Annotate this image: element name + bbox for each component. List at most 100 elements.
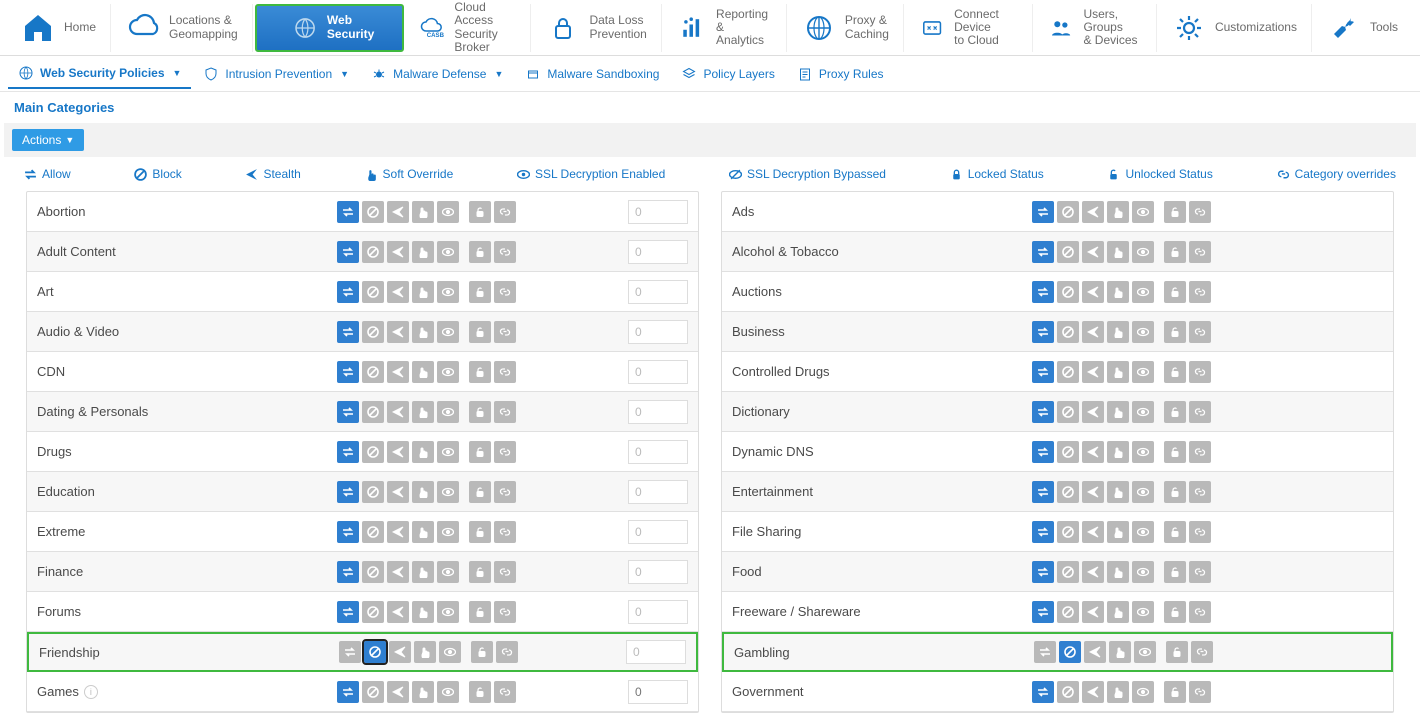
count-input[interactable] bbox=[628, 440, 688, 464]
link-action[interactable] bbox=[494, 401, 516, 423]
subnav-sand[interactable]: Malware Sandboxing bbox=[515, 60, 669, 88]
noentry-action[interactable] bbox=[1057, 321, 1079, 343]
plane-action[interactable] bbox=[387, 201, 409, 223]
hand-action[interactable] bbox=[1109, 641, 1131, 663]
noentry-action[interactable] bbox=[362, 561, 384, 583]
unlock-action[interactable] bbox=[1164, 241, 1186, 263]
noentry-action[interactable] bbox=[362, 681, 384, 703]
plane-action[interactable] bbox=[387, 441, 409, 463]
plane-action[interactable] bbox=[1082, 601, 1104, 623]
eye-action[interactable] bbox=[439, 641, 461, 663]
link-action[interactable] bbox=[494, 201, 516, 223]
eye-action[interactable] bbox=[1132, 601, 1154, 623]
swap-action[interactable] bbox=[337, 561, 359, 583]
subnav-ips[interactable]: Intrusion Prevention▼ bbox=[193, 60, 359, 88]
unlock-action[interactable] bbox=[1164, 601, 1186, 623]
swap-action[interactable] bbox=[1032, 601, 1054, 623]
eye-action[interactable] bbox=[437, 521, 459, 543]
swap-action[interactable] bbox=[1034, 641, 1056, 663]
hand-action[interactable] bbox=[1107, 321, 1129, 343]
plane-action[interactable] bbox=[387, 681, 409, 703]
link-action[interactable] bbox=[494, 521, 516, 543]
eye-action[interactable] bbox=[1132, 361, 1154, 383]
topnav-custom[interactable]: Customizations bbox=[1159, 4, 1312, 52]
link-action[interactable] bbox=[494, 441, 516, 463]
unlock-action[interactable] bbox=[469, 441, 491, 463]
count-input[interactable] bbox=[628, 280, 688, 304]
subnav-wsp[interactable]: Web Security Policies▼ bbox=[8, 59, 191, 89]
count-input[interactable] bbox=[628, 360, 688, 384]
unlock-action[interactable] bbox=[469, 201, 491, 223]
plane-action[interactable] bbox=[387, 281, 409, 303]
count-input[interactable] bbox=[628, 600, 688, 624]
unlock-action[interactable] bbox=[1164, 321, 1186, 343]
hand-action[interactable] bbox=[412, 681, 434, 703]
hand-action[interactable] bbox=[412, 401, 434, 423]
hand-action[interactable] bbox=[412, 321, 434, 343]
swap-action[interactable] bbox=[1032, 561, 1054, 583]
count-input[interactable] bbox=[626, 640, 686, 664]
swap-action[interactable] bbox=[337, 201, 359, 223]
plane-action[interactable] bbox=[1082, 481, 1104, 503]
subnav-mal[interactable]: Malware Defense▼ bbox=[361, 60, 513, 88]
swap-action[interactable] bbox=[1032, 481, 1054, 503]
swap-action[interactable] bbox=[337, 281, 359, 303]
eye-action[interactable] bbox=[1132, 241, 1154, 263]
hand-action[interactable] bbox=[1107, 681, 1129, 703]
hand-action[interactable] bbox=[1107, 401, 1129, 423]
link-action[interactable] bbox=[1189, 241, 1211, 263]
swap-action[interactable] bbox=[339, 641, 361, 663]
plane-action[interactable] bbox=[1082, 561, 1104, 583]
eye-action[interactable] bbox=[1132, 441, 1154, 463]
noentry-action[interactable] bbox=[362, 321, 384, 343]
hand-action[interactable] bbox=[412, 281, 434, 303]
plane-action[interactable] bbox=[387, 521, 409, 543]
hand-action[interactable] bbox=[1107, 361, 1129, 383]
plane-action[interactable] bbox=[387, 361, 409, 383]
swap-action[interactable] bbox=[1032, 281, 1054, 303]
unlock-action[interactable] bbox=[1164, 521, 1186, 543]
eye-action[interactable] bbox=[437, 401, 459, 423]
swap-action[interactable] bbox=[337, 601, 359, 623]
unlock-action[interactable] bbox=[469, 241, 491, 263]
eye-action[interactable] bbox=[1132, 281, 1154, 303]
hand-action[interactable] bbox=[1107, 601, 1129, 623]
link-action[interactable] bbox=[1189, 561, 1211, 583]
subnav-rules[interactable]: Proxy Rules bbox=[787, 60, 894, 88]
unlock-action[interactable] bbox=[469, 481, 491, 503]
count-input[interactable] bbox=[628, 560, 688, 584]
plane-action[interactable] bbox=[1082, 321, 1104, 343]
topnav-locations[interactable]: Locations &Geomapping bbox=[113, 4, 253, 52]
hand-action[interactable] bbox=[1107, 201, 1129, 223]
eye-action[interactable] bbox=[1132, 321, 1154, 343]
noentry-action[interactable] bbox=[1057, 241, 1079, 263]
unlock-action[interactable] bbox=[1164, 441, 1186, 463]
link-action[interactable] bbox=[494, 561, 516, 583]
count-input[interactable] bbox=[628, 200, 688, 224]
link-action[interactable] bbox=[1189, 281, 1211, 303]
eye-action[interactable] bbox=[437, 201, 459, 223]
eye-action[interactable] bbox=[1132, 561, 1154, 583]
topnav-users[interactable]: Users, Groups& Devices bbox=[1035, 4, 1157, 52]
plane-action[interactable] bbox=[387, 481, 409, 503]
eye-action[interactable] bbox=[1132, 681, 1154, 703]
hand-action[interactable] bbox=[412, 601, 434, 623]
noentry-action[interactable] bbox=[1057, 601, 1079, 623]
swap-action[interactable] bbox=[337, 681, 359, 703]
link-action[interactable] bbox=[494, 321, 516, 343]
unlock-action[interactable] bbox=[1164, 281, 1186, 303]
swap-action[interactable] bbox=[337, 401, 359, 423]
unlock-action[interactable] bbox=[469, 601, 491, 623]
noentry-action[interactable] bbox=[362, 401, 384, 423]
plane-action[interactable] bbox=[1082, 361, 1104, 383]
swap-action[interactable] bbox=[1032, 441, 1054, 463]
plane-action[interactable] bbox=[387, 561, 409, 583]
subnav-layers[interactable]: Policy Layers bbox=[671, 60, 784, 88]
count-input[interactable] bbox=[628, 240, 688, 264]
eye-action[interactable] bbox=[1132, 481, 1154, 503]
hand-action[interactable] bbox=[412, 241, 434, 263]
hand-action[interactable] bbox=[1107, 241, 1129, 263]
swap-action[interactable] bbox=[337, 481, 359, 503]
unlock-action[interactable] bbox=[469, 681, 491, 703]
noentry-action[interactable] bbox=[362, 521, 384, 543]
